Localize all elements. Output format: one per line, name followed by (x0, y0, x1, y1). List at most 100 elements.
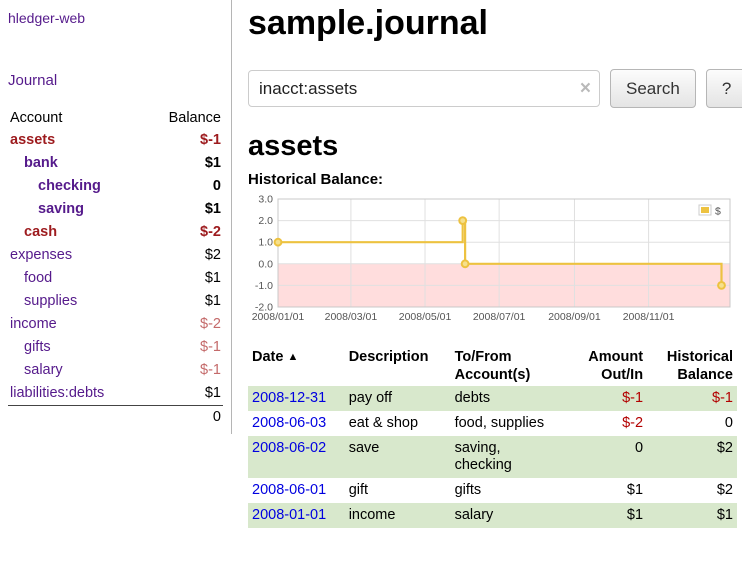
transaction-amount: $1 (584, 478, 647, 503)
svg-text:1.0: 1.0 (258, 237, 273, 249)
account-balance: $1 (145, 290, 223, 313)
account-link[interactable]: assets (10, 132, 55, 148)
search-button[interactable]: Search (610, 69, 696, 108)
account-link[interactable]: saving (38, 201, 84, 217)
account-row: checking0 (8, 175, 223, 198)
account-balance: $1 (145, 382, 223, 406)
journal-link[interactable]: Journal (8, 72, 223, 89)
search-box: × (248, 70, 600, 107)
account-row: cash $-2 (8, 221, 223, 244)
chart-legend: $ (696, 202, 726, 219)
svg-text:2008/05/01: 2008/05/01 (399, 311, 452, 323)
chart-canvas: 3.02.01.00.0-1.0-2.02008/01/012008/03/01… (248, 192, 735, 328)
account-row: assets $-1 (8, 129, 223, 152)
account-row: income $-2 (8, 313, 223, 336)
accounts-header-account: Account (8, 107, 145, 129)
chart-title: Historical Balance: (248, 171, 742, 188)
register-header-tofrom: To/From Account(s) (451, 346, 585, 386)
account-link[interactable]: liabilities:debts (10, 385, 104, 401)
sidebar: hledger-web Journal Account Balance asse… (0, 0, 232, 434)
svg-text:2008/09/01: 2008/09/01 (548, 311, 601, 323)
accounts-total-value: 0 (145, 406, 223, 430)
account-link[interactable]: expenses (10, 247, 72, 263)
account-balance: $-1 (145, 336, 223, 359)
account-row: gifts $-1 (8, 336, 223, 359)
transaction-balance: $1 (647, 503, 737, 528)
page-title: sample.journal (248, 4, 742, 43)
account-row: bank $1 (8, 152, 223, 175)
account-row: food$1 (8, 267, 223, 290)
accounts-header-row: Account Balance (8, 107, 223, 129)
transaction-description: pay off (345, 386, 451, 411)
app-title-link[interactable]: hledger-web (8, 10, 223, 26)
account-link[interactable]: checking (38, 178, 101, 194)
account-balance: $-2 (145, 313, 223, 336)
transaction-amount: $1 (584, 503, 647, 528)
svg-text:$: $ (715, 206, 721, 218)
account-link[interactable]: bank (24, 155, 58, 171)
sort-asc-icon: ▲ (287, 351, 298, 363)
register-table: Date ▲ Description To/From Account(s) Am… (248, 346, 737, 528)
transaction-balance: $2 (647, 436, 737, 478)
account-balance: $-1 (145, 129, 223, 152)
account-link[interactable]: gifts (24, 339, 51, 355)
clear-search-icon[interactable]: × (580, 79, 591, 98)
account-heading: assets (248, 130, 742, 163)
account-row: saving $1 (8, 198, 223, 221)
transaction-description: gift (345, 478, 451, 503)
accounts-table: Account Balance assets$-1bank$1checking0… (8, 107, 223, 429)
hledger-web-app: hledger-web Journal Account Balance asse… (0, 0, 742, 582)
main-content: sample.journal × Search ? assets Histori… (232, 0, 742, 582)
transaction-date-link[interactable]: 2008-06-03 (252, 415, 326, 431)
transaction-amount: 0 (584, 436, 647, 478)
help-button[interactable]: ? (706, 69, 742, 108)
register-header-amount: Amount Out/In (584, 346, 647, 386)
register-row: 2008-06-03eat & shopfood, supplies$-20 (248, 411, 737, 436)
register-row: 2008-12-31pay offdebts$-1$-1 (248, 386, 737, 411)
svg-text:-1.0: -1.0 (255, 280, 273, 292)
accounts-total-row: 0 (8, 406, 223, 430)
svg-text:2008/07/01: 2008/07/01 (473, 311, 526, 323)
account-balance: $-1 (145, 359, 223, 382)
account-balance: $-2 (145, 221, 223, 244)
register-header-row: Date ▲ Description To/From Account(s) Am… (248, 346, 737, 386)
transaction-description: save (345, 436, 451, 478)
account-balance: $1 (145, 152, 223, 175)
register-header-date[interactable]: Date ▲ (248, 346, 345, 386)
account-link[interactable]: food (24, 270, 52, 286)
transaction-date-link[interactable]: 2008-12-31 (252, 390, 326, 406)
account-link[interactable]: income (10, 316, 57, 332)
transaction-accounts: debts (451, 386, 585, 411)
transaction-date-link[interactable]: 2008-06-01 (252, 482, 326, 498)
transaction-date-link[interactable]: 2008-06-02 (252, 440, 326, 456)
account-row: supplies $1 (8, 290, 223, 313)
transaction-accounts: saving, checking (451, 436, 585, 478)
account-link[interactable]: supplies (24, 293, 77, 309)
svg-text:2008/11/01: 2008/11/01 (623, 311, 675, 323)
register-header-description: Description (345, 346, 451, 386)
transaction-date-link[interactable]: 2008-01-01 (252, 507, 326, 523)
register-row: 2008-06-02 savesaving, checking0$2 (248, 436, 737, 478)
account-balance: $1 (145, 198, 223, 221)
transaction-balance: $-1 (647, 386, 737, 411)
transaction-accounts: gifts (451, 478, 585, 503)
account-link[interactable]: salary (24, 362, 63, 378)
account-row: salary $-1 (8, 359, 223, 382)
search-input[interactable] (248, 70, 600, 107)
register-header-historical: Historical Balance (647, 346, 737, 386)
svg-text:0.0: 0.0 (258, 258, 273, 270)
transaction-amount: $-2 (584, 411, 647, 436)
svg-text:2008/01/01: 2008/01/01 (252, 311, 305, 323)
register-body: 2008-12-31pay offdebts$-1$-12008-06-03ea… (248, 386, 737, 528)
accounts-header-balance: Balance (145, 107, 223, 129)
account-row: expenses$2 (8, 244, 223, 267)
account-row: liabilities:debts $1 (8, 382, 223, 406)
register-row: 2008-06-01 giftgifts$1$2 (248, 478, 737, 503)
transaction-balance: $2 (647, 478, 737, 503)
transaction-accounts: food, supplies (451, 411, 585, 436)
account-link[interactable]: cash (24, 224, 57, 240)
transaction-balance: 0 (647, 411, 737, 436)
svg-text:3.0: 3.0 (258, 194, 273, 206)
transaction-accounts: salary (451, 503, 585, 528)
historical-balance-chart: 3.02.01.00.0-1.0-2.02008/01/012008/03/01… (248, 192, 735, 328)
